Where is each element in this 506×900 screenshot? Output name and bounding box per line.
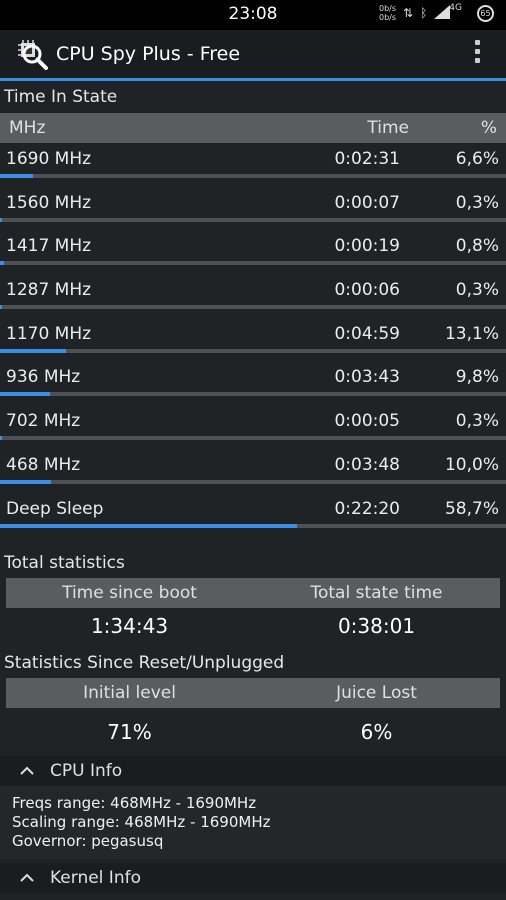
row-percent: 0,8% [455, 236, 499, 257]
reset-stats-header: Initial level Juice Lost [6, 678, 500, 709]
time-in-state-title: Time In State [4, 87, 118, 107]
row-time: 0:22:20 [334, 498, 400, 519]
reset-stats-title: Statistics Since Reset/Unplugged [4, 653, 285, 674]
row-percent: 9,8% [455, 367, 499, 388]
kernel-info-title: Kernel Info [50, 868, 141, 889]
progress-fill [0, 174, 34, 178]
row-frequency: 1417 MHz [6, 236, 92, 257]
time-since-boot-label: Time since boot [62, 583, 197, 604]
row-percent: 58,7% [444, 498, 499, 519]
row-percent: 0,3% [455, 411, 499, 432]
progress-fill [0, 523, 298, 528]
table-row: 702 MHz 0:00:05 0,3% [0, 405, 506, 449]
row-time: 0:00:06 [334, 280, 400, 301]
progress-track [0, 348, 506, 353]
row-percent: 0,3% [455, 280, 499, 301]
cpu-info-block: Freqs range: 468MHz - 1690MHz Scaling ra… [0, 786, 506, 860]
progress-track [0, 217, 506, 222]
chevron-up-icon [20, 766, 34, 775]
initial-level-label: Initial level [83, 683, 176, 704]
row-percent: 13,1% [444, 323, 499, 344]
time-since-boot-value: 1:34:43 [90, 614, 169, 639]
reset-stats-values: 71% 6% [6, 708, 500, 756]
row-frequency: Deep Sleep [6, 498, 104, 519]
progress-track [0, 479, 506, 484]
row-percent: 0,3% [455, 192, 499, 213]
header-percent: % [480, 118, 497, 138]
time-in-state-header: MHz Time % [0, 113, 506, 143]
row-time: 0:00:05 [334, 411, 400, 432]
table-row: Deep Sleep 0:22:20 58,7% [0, 493, 506, 537]
total-stats-values: 1:34:43 0:38:01 [6, 608, 500, 644]
total-state-time-label: Total state time [310, 583, 443, 604]
total-stats-title: Total statistics [4, 553, 125, 574]
cpu-info-title: CPU Info [50, 761, 123, 782]
total-state-time-value: 0:38:01 [337, 614, 416, 639]
row-frequency: 1170 MHz [6, 323, 92, 344]
row-frequency: 936 MHz [6, 367, 81, 388]
row-time: 0:02:31 [334, 149, 400, 169]
progress-fill [0, 261, 5, 266]
progress-fill [0, 217, 2, 222]
progress-track [0, 305, 506, 310]
battery-icon: 65 [477, 4, 494, 22]
row-time: 0:00:07 [334, 192, 400, 213]
progress-track [0, 436, 506, 441]
app-magnifier-chip-icon [18, 40, 48, 70]
table-row: 1170 MHz 0:04:59 13,1% [0, 318, 506, 362]
progress-fill [0, 348, 67, 353]
header-mhz: MHz [9, 118, 46, 138]
table-row: 468 MHz 0:03:48 10,0% [0, 449, 506, 493]
progress-track [0, 261, 506, 266]
initial-level-value: 71% [107, 720, 152, 745]
row-percent: 10,0% [444, 454, 499, 475]
freqs-range: Freqs range: 468MHz - 1690MHz [12, 794, 257, 813]
row-percent: 6,6% [455, 149, 499, 169]
cpu-info-toggle[interactable]: CPU Info [0, 756, 506, 787]
row-frequency: 702 MHz [6, 411, 81, 432]
progress-track [0, 523, 506, 528]
table-row: 1690 MHz 0:02:31 6,6% [0, 143, 506, 187]
juice-lost-value: 6% [360, 720, 393, 745]
status-icons: 0b/s 0b/s ⇅ ᛒ 4G 65 [379, 3, 494, 22]
row-frequency: 468 MHz [6, 454, 81, 475]
data-transfer-icon: ⇅ [403, 6, 414, 20]
table-row: 936 MHz 0:03:43 9,8% [0, 361, 506, 405]
juice-lost-label: Juice Lost [336, 683, 417, 704]
progress-fill [0, 479, 51, 484]
progress-track [0, 392, 506, 397]
total-stats-header: Time since boot Total state time [6, 578, 500, 609]
overflow-menu-icon[interactable] [475, 40, 480, 63]
progress-fill [0, 436, 2, 441]
progress-track [0, 174, 506, 178]
bluetooth-icon: ᛒ [420, 6, 428, 20]
table-row: 1417 MHz 0:00:19 0,8% [0, 230, 506, 274]
kernel-info-toggle[interactable]: Kernel Info [0, 863, 506, 894]
row-frequency: 1560 MHz [6, 192, 92, 213]
progress-fill [0, 305, 2, 310]
scaling-range: Scaling range: 468MHz - 1690MHz [12, 813, 271, 832]
row-frequency: 1287 MHz [6, 280, 92, 301]
row-time: 0:03:48 [334, 454, 400, 475]
network-type: 4G [449, 3, 462, 13]
net-speed: 0b/s 0b/s [379, 4, 397, 22]
chevron-up-icon [20, 873, 34, 882]
time-in-state-list: 1690 MHz 0:02:31 6,6% 1560 MHz 0:00:07 0… [0, 143, 506, 536]
app-title: CPU Spy Plus - Free [56, 43, 241, 65]
row-time: 0:03:43 [334, 367, 400, 388]
table-row: 1287 MHz 0:00:06 0,3% [0, 274, 506, 318]
signal-icon [434, 4, 451, 22]
progress-fill [0, 392, 50, 397]
row-time: 0:00:19 [334, 236, 400, 257]
status-bar: 23:08 0b/s 0b/s ⇅ ᛒ 4G 65 [0, 0, 506, 30]
table-row: 1560 MHz 0:00:07 0,3% [0, 187, 506, 231]
row-time: 0:04:59 [334, 323, 400, 344]
header-time: Time [367, 118, 409, 138]
governor: Governor: pegasusq [12, 832, 164, 851]
app-bar: CPU Spy Plus - Free [0, 30, 506, 81]
row-frequency: 1690 MHz [6, 149, 92, 169]
